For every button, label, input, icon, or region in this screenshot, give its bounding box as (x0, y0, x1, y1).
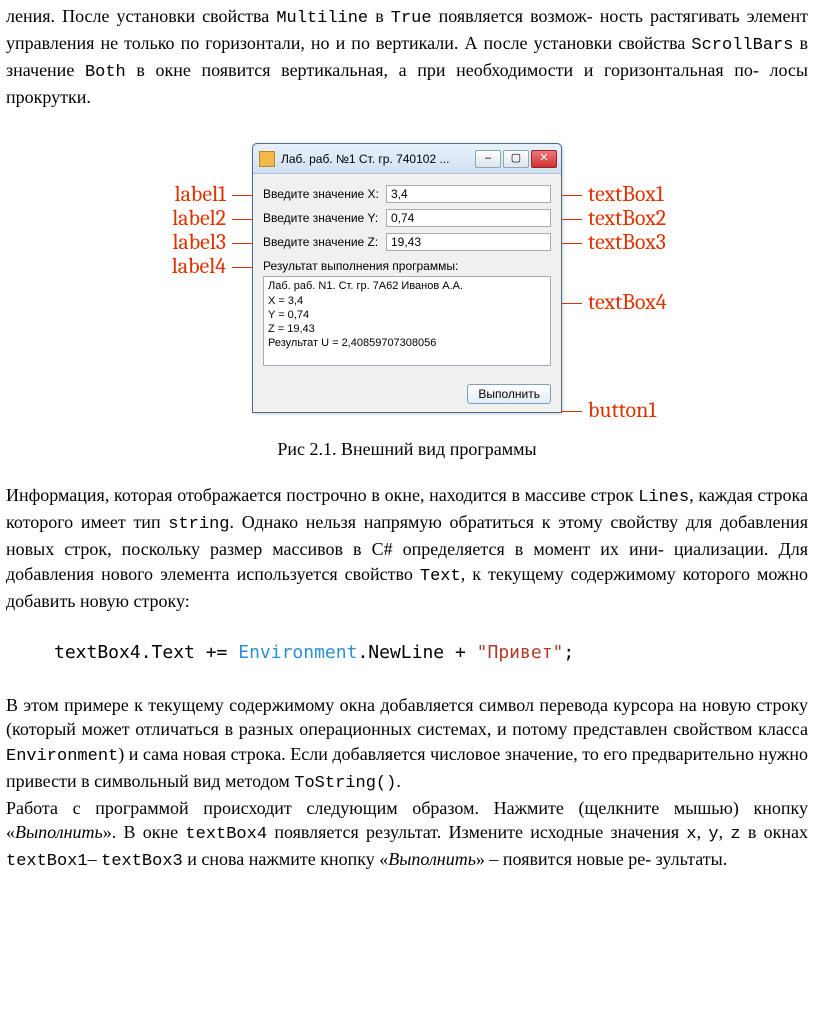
textbox-x[interactable] (386, 185, 551, 203)
close-button[interactable]: ✕ (531, 150, 557, 168)
annotation-textbox3: textBox3 (588, 228, 666, 258)
titlebar: Лаб. раб. №1 Ст. гр. 740102 ... – ▢ ✕ (253, 144, 561, 174)
app-window: Лаб. раб. №1 Ст. гр. 740102 ... – ▢ ✕ Вв… (252, 143, 562, 413)
label-y: Введите значение Y: (263, 210, 386, 226)
annotation-label4: label4 (172, 252, 226, 282)
figure-caption: Рис 2.1. Внешний вид программы (6, 437, 808, 461)
minimize-button[interactable]: – (475, 150, 501, 168)
window-title: Лаб. раб. №1 Ст. гр. 740102 ... (281, 151, 473, 167)
app-icon (259, 151, 275, 167)
annotation-textbox4: textBox4 (588, 288, 667, 318)
maximize-button[interactable]: ▢ (503, 150, 529, 168)
code-sample: textBox4.Text += Environment.NewLine + "… (6, 631, 808, 675)
label-x: Введите значение X: (263, 186, 386, 202)
paragraph-3: В этом примере к текущему содержимому ок… (6, 693, 808, 795)
textbox-y[interactable] (386, 209, 551, 227)
paragraph-2: Информация, которая отображается построч… (6, 483, 808, 612)
label-result: Результат выполнения программы: (263, 254, 551, 276)
figure-2-1: label1 label2 label3 label4 Лаб. раб. №1… (6, 143, 808, 423)
textbox-result[interactable] (263, 276, 551, 366)
right-annotations: textBox1 textBox2 textBox3 textBox4 butt… (562, 143, 688, 423)
paragraph-4: Работа с программой происходит следующим… (6, 796, 808, 874)
left-annotations: label1 label2 label3 label4 (126, 143, 252, 279)
textbox-z[interactable] (386, 233, 551, 251)
paragraph-1: ления. После установки свойства Multilin… (6, 4, 808, 109)
annotation-button1: button1 (588, 396, 656, 426)
execute-button[interactable]: Выполнить (467, 384, 551, 404)
label-z: Введите значение Z: (263, 234, 386, 250)
